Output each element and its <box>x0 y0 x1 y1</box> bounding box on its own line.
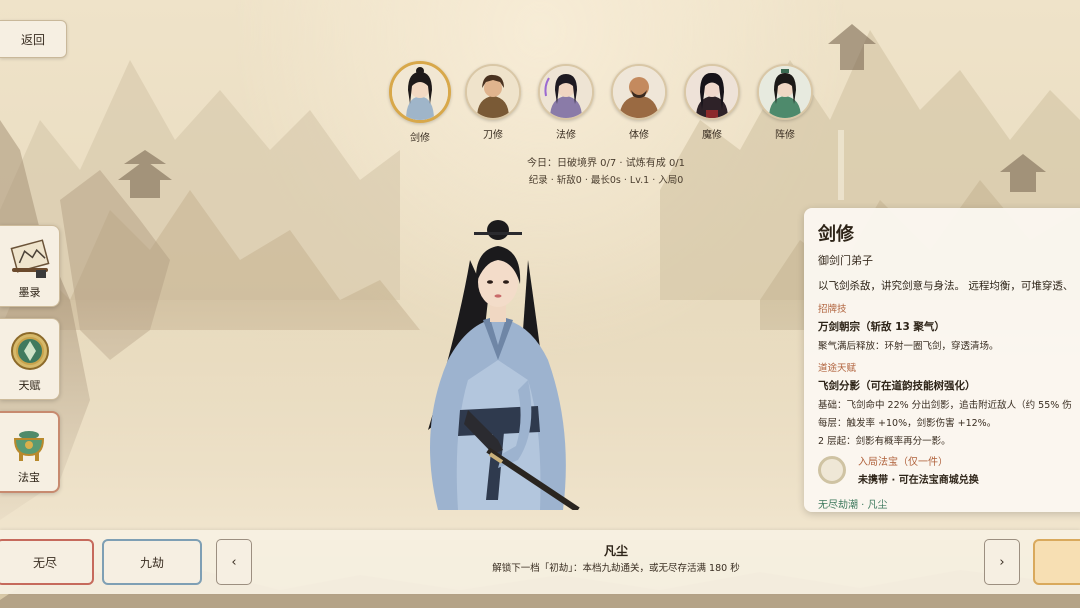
unlock-hint: 解锁下一档「初劫」：本档九劫通关，或无尽存活满 180 秒 <box>492 563 740 574</box>
sidebar-item-label: 墨录 <box>18 286 41 299</box>
jade-seal-icon <box>10 332 49 370</box>
sword-cultivator-illustration <box>428 220 580 510</box>
character-title: 剑修 <box>818 224 854 245</box>
start-button[interactable] <box>1033 539 1080 585</box>
record-text: 纪录 · 斩敌0 · 最长0s · Lv.1 · 入局0 <box>528 175 684 186</box>
mode-nine-tribulations-button[interactable]: 九劫 <box>102 539 202 585</box>
character-label: 法修 <box>556 130 576 141</box>
character-slot-sword[interactable]: 剑修 <box>388 61 452 146</box>
mode-endless-button[interactable]: 无尽 <box>0 539 94 585</box>
talent-header: 道途天赋 <box>818 363 857 374</box>
daily-progress-text: 今日：日破境界 0/7 · 试炼有成 0/1 <box>526 158 686 169</box>
signature-skill-header: 招牌技 <box>818 304 847 315</box>
character-subtitle: 御剑门弟子 <box>818 254 873 267</box>
character-slot-magic[interactable]: 法修 <box>534 64 598 146</box>
treasure-slot[interactable]: 入局法宝（仅一件） 未携带 · 可在法宝商城兑换 <box>818 453 1080 486</box>
sidebar-item-ink-record[interactable]: 墨录 <box>0 225 60 307</box>
signature-skill-desc: 聚气满后释放：环射一圈飞剑，穿透清场。 <box>818 341 999 352</box>
treasure-title: 入局法宝（仅一件） <box>858 457 948 468</box>
character-label: 体修 <box>629 130 649 141</box>
signature-skill-name: 万剑朝宗（斩敌 13 聚气） <box>818 321 945 333</box>
back-button[interactable]: 返回 <box>0 20 67 58</box>
sidebar-item-label: 法宝 <box>18 471 40 484</box>
body-cultivator-portrait <box>611 64 667 120</box>
array-cultivator-portrait <box>757 64 813 120</box>
prev-level-button[interactable]: ‹ <box>216 539 252 585</box>
blade-cultivator-portrait <box>465 64 521 120</box>
character-description: 以飞剑杀敌，讲究剑意与身法。 远程均衡，可堆穿透、 <box>818 280 1074 292</box>
sidebar-item-talent[interactable]: 天赋 <box>0 318 60 400</box>
sword-cultivator-portrait <box>389 61 451 123</box>
sidebar-item-label: 天赋 <box>18 379 41 392</box>
character-info-panel: 剑修 御剑门弟子 以飞剑杀敌，讲究剑意与身法。 远程均衡，可堆穿透、 招牌技 万… <box>804 208 1080 512</box>
magic-cultivator-portrait <box>538 64 594 120</box>
sidebar-item-treasure[interactable]: 法宝 <box>0 411 60 493</box>
character-slot-body[interactable]: 体修 <box>607 64 671 146</box>
character-selector: 剑修 刀修 法修 体修 魔修 阵修 <box>388 61 820 146</box>
talent-line: 2 层起：剑影有概率再分一影。 <box>818 436 951 447</box>
empty-treasure-ring-icon <box>818 455 846 484</box>
talent-line: 基础：飞剑命中 22% 分出剑影，追击附近敌人（约 55% 伤 <box>818 400 1072 411</box>
character-label: 魔修 <box>702 130 722 141</box>
demon-cultivator-portrait <box>684 64 740 120</box>
character-label: 刀修 <box>483 130 503 141</box>
character-label: 阵修 <box>775 130 795 141</box>
character-label: 剑修 <box>410 133 430 144</box>
character-slot-demon[interactable]: 魔修 <box>680 64 744 146</box>
level-name: 凡尘 <box>603 544 628 558</box>
next-level-button[interactable]: › <box>984 539 1020 585</box>
bronze-cauldron-icon <box>13 431 45 461</box>
scroll-painting-icon <box>10 239 49 278</box>
character-slot-array[interactable]: 阵修 <box>753 64 817 146</box>
talent-line: 每层：触发率 +10%，剑影伤害 +12%。 <box>818 418 997 429</box>
treasure-status: 未携带 · 可在法宝商城兑换 <box>858 475 979 486</box>
talent-name: 飞剑分影（可在道韵技能树强化） <box>818 380 976 392</box>
mode-footer: 无尽劫潮 · 凡尘 <box>818 500 888 511</box>
character-slot-blade[interactable]: 刀修 <box>461 64 525 146</box>
